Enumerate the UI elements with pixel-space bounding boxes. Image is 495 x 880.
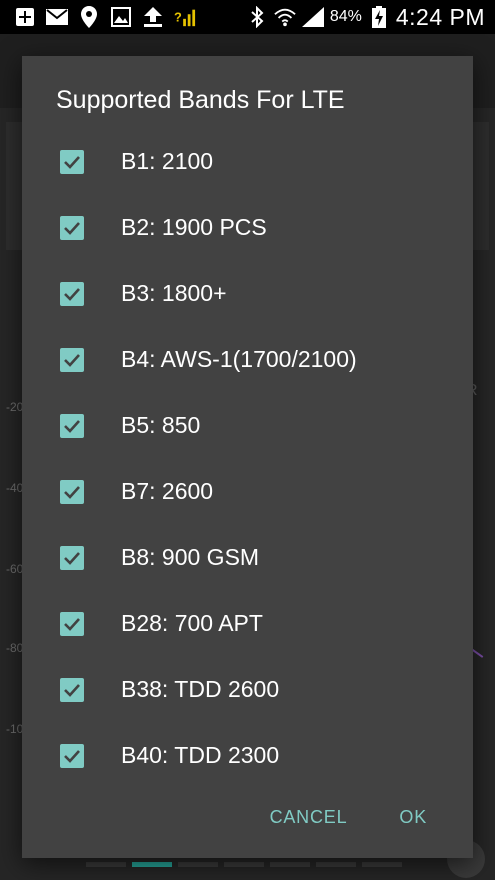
- image-icon: [110, 6, 132, 28]
- band-list: B1: 2100 B2: 1900 PCS B3: 1800+ B4: AWS-1(1…: [22, 129, 473, 789]
- band-item[interactable]: B8: 900 GSM: [22, 525, 473, 591]
- band-item[interactable]: B28: 700 APT: [22, 591, 473, 657]
- band-item[interactable]: B38: TDD 2600: [22, 657, 473, 723]
- band-item[interactable]: B2: 1900 PCS: [22, 195, 473, 261]
- page-indicator-dot: [316, 862, 356, 867]
- band-checkbox[interactable]: [60, 150, 84, 174]
- band-checkbox[interactable]: [60, 414, 84, 438]
- wifi-icon: [274, 6, 296, 28]
- band-item[interactable]: B3: 1800+: [22, 261, 473, 327]
- page-indicator-dot: [362, 862, 402, 867]
- band-item[interactable]: B7: 2600: [22, 459, 473, 525]
- add-box-icon: [14, 6, 36, 28]
- checkmark-icon: [64, 420, 80, 433]
- battery-charging-icon: [368, 6, 390, 28]
- band-label: B4: AWS-1(1700/2100): [121, 346, 357, 372]
- clock: 4:24 PM: [395, 3, 485, 30]
- band-label: B40: TDD 2300: [121, 742, 280, 768]
- background-axis-label: -10: [6, 722, 24, 736]
- checkmark-icon: [64, 222, 80, 235]
- page-indicator-dot: [178, 862, 218, 867]
- location-pin-icon: [78, 6, 100, 28]
- band-label: B5: 850: [121, 412, 201, 438]
- band-checkbox[interactable]: [60, 546, 84, 570]
- upload-icon: [142, 6, 164, 28]
- checkmark-icon: [64, 354, 80, 367]
- band-checkbox[interactable]: [60, 282, 84, 306]
- band-label: B8: 900 GSM: [121, 544, 260, 570]
- signal-question-icon: ?: [174, 6, 196, 28]
- band-item[interactable]: B1: 2100: [22, 129, 473, 195]
- band-checkbox[interactable]: [60, 348, 84, 372]
- checkmark-icon: [64, 552, 80, 565]
- background-axis-label: -20: [6, 400, 24, 414]
- checkmark-icon: [64, 618, 80, 631]
- page-indicator-dot: [224, 862, 264, 867]
- bluetooth-icon: [246, 6, 268, 28]
- dialog-actions: CANCEL OK: [260, 801, 473, 834]
- band-label: B1: 2100: [121, 148, 214, 174]
- cell-signal-icon: [301, 6, 324, 28]
- email-icon: [46, 6, 68, 28]
- band-item[interactable]: B4: AWS-1(1700/2100): [22, 327, 473, 393]
- band-label: B38: TDD 2600: [121, 676, 280, 702]
- background-axis-label: -60: [6, 562, 24, 576]
- page-indicator-dot-active: [132, 862, 172, 867]
- band-checkbox[interactable]: [60, 612, 84, 636]
- svg-text:?: ?: [174, 10, 182, 25]
- cancel-button[interactable]: CANCEL: [260, 801, 358, 834]
- background-axis-label: -40: [6, 481, 24, 495]
- dialog-title: Supported Bands For LTE: [56, 86, 345, 114]
- band-label: B3: 1800+: [121, 280, 227, 306]
- checkmark-icon: [64, 156, 80, 169]
- status-bar: ? 84% 4:24 PM: [0, 0, 495, 34]
- supported-bands-dialog: Supported Bands For LTE B1: 2100 B2: 1900…: [22, 56, 473, 858]
- page-indicator-dot: [86, 862, 126, 867]
- ok-button[interactable]: OK: [389, 801, 437, 834]
- background-page-indicator: [86, 862, 402, 867]
- checkmark-icon: [64, 288, 80, 301]
- band-label: B2: 1900 PCS: [121, 214, 267, 240]
- checkmark-icon: [64, 684, 80, 697]
- checkmark-icon: [64, 486, 80, 499]
- band-label: B7: 2600: [121, 478, 214, 504]
- band-item[interactable]: B40: TDD 2300: [22, 723, 473, 789]
- band-checkbox[interactable]: [60, 480, 84, 504]
- battery-percent: 84%: [329, 8, 362, 25]
- band-item[interactable]: B5: 850: [22, 393, 473, 459]
- page-indicator-dot: [270, 862, 310, 867]
- checkmark-icon: [64, 750, 80, 763]
- band-checkbox[interactable]: [60, 678, 84, 702]
- background-axis-label: -80: [6, 641, 24, 655]
- band-label: B28: 700 APT: [121, 610, 263, 636]
- band-checkbox[interactable]: [60, 216, 84, 240]
- band-checkbox[interactable]: [60, 744, 84, 768]
